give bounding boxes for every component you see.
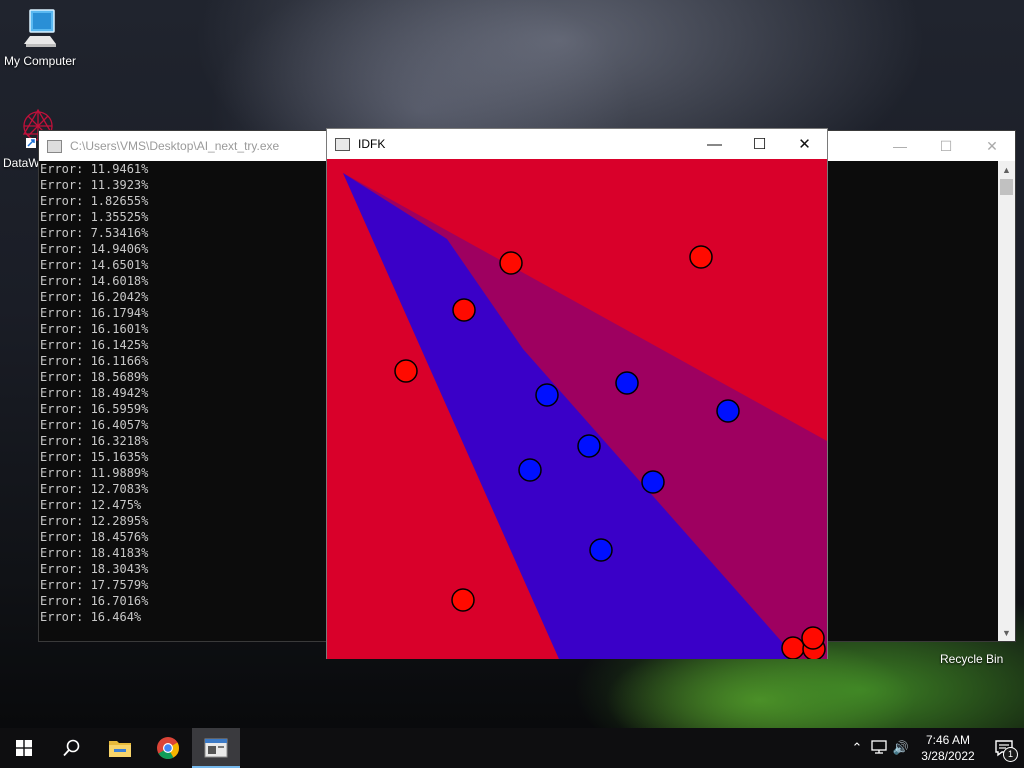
console-maximize-button[interactable]: ☐ bbox=[923, 131, 969, 161]
computer-icon bbox=[24, 9, 56, 47]
console-app-icon bbox=[47, 139, 62, 153]
search-button[interactable] bbox=[48, 728, 96, 768]
scroll-thumb[interactable] bbox=[1000, 179, 1013, 195]
point-blue bbox=[716, 399, 740, 423]
point-red bbox=[499, 251, 523, 275]
idfk-window[interactable]: IDFK — ☐ ✕ bbox=[326, 128, 828, 659]
console-app-icon bbox=[204, 738, 228, 758]
point-blue bbox=[535, 383, 559, 407]
my-computer-label: My Computer bbox=[3, 54, 77, 68]
file-explorer-button[interactable] bbox=[96, 728, 144, 768]
search-icon bbox=[63, 739, 80, 757]
idfk-close-button[interactable]: ✕ bbox=[782, 129, 827, 159]
idfk-titlebar[interactable]: IDFK — ☐ ✕ bbox=[327, 129, 827, 159]
recycle-bin-label: Recycle Bin bbox=[940, 652, 1004, 666]
point-blue bbox=[518, 458, 542, 482]
chevron-up-icon[interactable]: ⌃ bbox=[846, 740, 868, 756]
point-red bbox=[801, 626, 825, 650]
classification-plot bbox=[327, 159, 827, 659]
chrome-icon bbox=[157, 737, 179, 759]
point-red bbox=[452, 298, 476, 322]
desktop-icon-recycle-bin[interactable]: Recycle Bin bbox=[940, 652, 1003, 666]
idfk-title: IDFK bbox=[358, 137, 386, 151]
point-red bbox=[394, 359, 418, 383]
clock-time: 7:46 AM bbox=[925, 733, 971, 747]
idfk-canvas[interactable] bbox=[327, 159, 827, 659]
scroll-up-arrow-icon[interactable]: ▲ bbox=[998, 161, 1015, 178]
idfk-minimize-button[interactable]: — bbox=[692, 129, 737, 159]
file-explorer-icon bbox=[109, 741, 131, 757]
point-blue bbox=[615, 371, 639, 395]
dataw-label: DataW bbox=[3, 156, 40, 170]
chrome-button[interactable] bbox=[144, 728, 192, 768]
console-close-button[interactable]: ✕ bbox=[969, 131, 1015, 161]
console-minimize-button[interactable]: — bbox=[877, 131, 923, 161]
point-red bbox=[451, 588, 475, 612]
console-title: C:\Users\VMS\Desktop\AI_next_try.exe bbox=[70, 139, 280, 153]
taskbar: ⌃ 🔊 7:46 AM 3/28/2022 1 bbox=[0, 728, 1024, 768]
desktop-icon-my-computer[interactable]: My Computer bbox=[2, 8, 78, 68]
console-scrollbar[interactable]: ▲ ▼ bbox=[998, 161, 1015, 641]
network-icon[interactable] bbox=[868, 739, 890, 757]
system-tray: ⌃ 🔊 7:46 AM 3/28/2022 1 bbox=[846, 728, 1024, 768]
clock[interactable]: 7:46 AM 3/28/2022 bbox=[912, 732, 984, 764]
point-blue bbox=[577, 434, 601, 458]
console-app-taskbar-button[interactable] bbox=[192, 728, 240, 768]
start-icon bbox=[16, 740, 32, 756]
scroll-down-arrow-icon[interactable]: ▼ bbox=[998, 624, 1015, 641]
point-red bbox=[689, 245, 713, 269]
clock-date: 3/28/2022 bbox=[921, 749, 975, 763]
idfk-app-icon bbox=[335, 137, 350, 151]
point-red bbox=[781, 636, 805, 659]
point-blue bbox=[589, 538, 613, 562]
action-center-button[interactable]: 1 bbox=[984, 728, 1024, 768]
volume-icon[interactable]: 🔊 bbox=[890, 740, 912, 756]
point-blue bbox=[641, 470, 665, 494]
notification-count-badge: 1 bbox=[1003, 747, 1018, 762]
start-button[interactable] bbox=[0, 728, 48, 768]
idfk-maximize-button[interactable]: ☐ bbox=[737, 129, 782, 159]
